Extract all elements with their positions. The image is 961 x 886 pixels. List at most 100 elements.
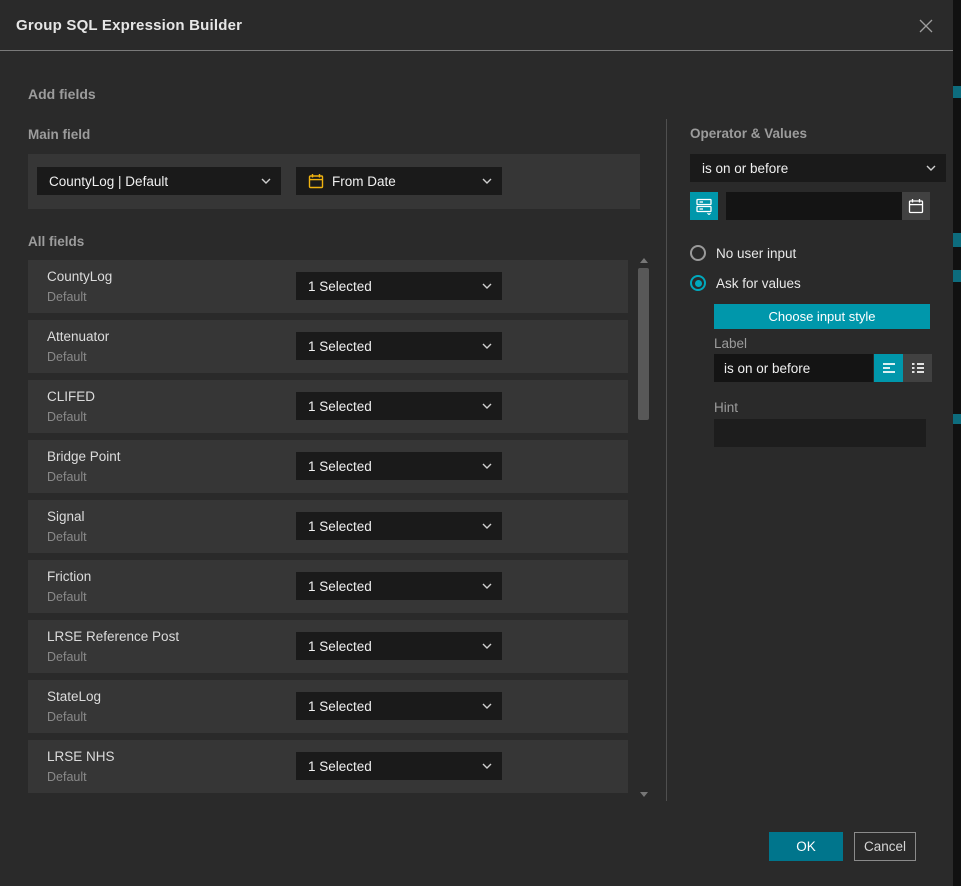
field-name: CountyLog xyxy=(47,269,112,284)
close-button[interactable] xyxy=(913,13,939,39)
field-selection-select[interactable]: 1 Selected xyxy=(296,272,502,300)
field-selection-select[interactable]: 1 Selected xyxy=(296,332,502,360)
operator-select[interactable]: is on or before xyxy=(690,154,946,182)
dialog-title: Group SQL Expression Builder xyxy=(16,17,242,34)
chevron-down-icon xyxy=(482,703,492,709)
chevron-down-icon xyxy=(482,523,492,529)
label-field-heading: Label xyxy=(714,336,747,351)
chevron-down-icon xyxy=(482,763,492,769)
chevron-down-icon xyxy=(482,343,492,349)
main-field-panel: CountyLog | Default From Date xyxy=(28,154,640,209)
field-selection-value: 1 Selected xyxy=(308,459,474,474)
field-sublabel: Default xyxy=(47,290,87,304)
date-value-input[interactable] xyxy=(726,192,902,220)
radio-circle-icon xyxy=(690,275,706,291)
radio-label: No user input xyxy=(716,246,796,261)
list-style-button[interactable] xyxy=(903,354,932,382)
field-selection-value: 1 Selected xyxy=(308,759,474,774)
field-sublabel: Default xyxy=(47,350,87,364)
radio-label: Ask for values xyxy=(716,276,801,291)
field-name: Bridge Point xyxy=(47,449,121,464)
chevron-down-icon xyxy=(261,178,271,184)
field-row: Signal Default 1 Selected xyxy=(28,500,628,553)
dialog-titlebar: Group SQL Expression Builder xyxy=(0,0,953,51)
panel-divider xyxy=(666,119,667,801)
field-name: Signal xyxy=(47,509,85,524)
ok-button[interactable]: OK xyxy=(769,832,843,861)
field-sublabel: Default xyxy=(47,770,87,784)
background-fragment xyxy=(953,270,961,282)
field-selection-select[interactable]: 1 Selected xyxy=(296,512,502,540)
main-field-heading: Main field xyxy=(28,127,90,142)
field-selection-value: 1 Selected xyxy=(308,279,474,294)
background-app-edge xyxy=(953,0,961,886)
field-selection-select[interactable]: 1 Selected xyxy=(296,692,502,720)
chevron-down-icon xyxy=(926,165,936,171)
all-fields-heading: All fields xyxy=(28,234,84,249)
cancel-button[interactable]: Cancel xyxy=(854,832,916,861)
field-row: StateLog Default 1 Selected xyxy=(28,680,628,733)
field-selection-value: 1 Selected xyxy=(308,639,474,654)
main-field-field-value: From Date xyxy=(332,174,474,189)
radio-circle-icon xyxy=(690,245,706,261)
operator-value: is on or before xyxy=(702,161,918,176)
field-name: LRSE Reference Post xyxy=(47,629,179,644)
radio-ask-for-values[interactable]: Ask for values xyxy=(690,275,801,291)
field-sublabel: Default xyxy=(47,710,87,724)
field-selection-select[interactable]: 1 Selected xyxy=(296,632,502,660)
chevron-down-icon xyxy=(482,178,492,184)
main-field-field-select[interactable]: From Date xyxy=(296,167,502,195)
all-fields-list: CountyLog Default 1 Selected Attenuator … xyxy=(28,260,628,793)
field-selection-select[interactable]: 1 Selected xyxy=(296,572,502,600)
main-field-layer-select[interactable]: CountyLog | Default xyxy=(37,167,281,195)
field-sublabel: Default xyxy=(47,530,87,544)
field-name: LRSE NHS xyxy=(47,749,115,764)
field-sublabel: Default xyxy=(47,410,87,424)
list-scrollbar-thumb[interactable] xyxy=(638,268,649,420)
chevron-down-icon xyxy=(482,583,492,589)
align-left-icon xyxy=(881,360,897,376)
date-picker-button[interactable] xyxy=(902,192,930,220)
add-fields-heading: Add fields xyxy=(28,86,96,102)
single-line-style-button[interactable] xyxy=(874,354,903,382)
close-icon xyxy=(917,17,935,35)
choose-input-style-button[interactable]: Choose input style xyxy=(714,304,930,329)
field-name: StateLog xyxy=(47,689,101,704)
field-sublabel: Default xyxy=(47,470,87,484)
field-selection-value: 1 Selected xyxy=(308,579,474,594)
field-row: LRSE Reference Post Default 1 Selected xyxy=(28,620,628,673)
field-name: Friction xyxy=(47,569,91,584)
field-selection-value: 1 Selected xyxy=(308,399,474,414)
background-fragment xyxy=(953,414,961,424)
field-selection-value: 1 Selected xyxy=(308,519,474,534)
background-fragment xyxy=(953,233,961,247)
field-row: Friction Default 1 Selected xyxy=(28,560,628,613)
main-field-layer-value: CountyLog | Default xyxy=(49,174,253,189)
chevron-down-icon xyxy=(482,463,492,469)
calendar-icon xyxy=(908,198,924,214)
chevron-down-icon xyxy=(482,403,492,409)
unique-values-button[interactable] xyxy=(690,192,718,220)
field-selection-value: 1 Selected xyxy=(308,699,474,714)
list-icon xyxy=(910,360,926,376)
field-selection-value: 1 Selected xyxy=(308,339,474,354)
field-selection-select[interactable]: 1 Selected xyxy=(296,452,502,480)
field-row: CountyLog Default 1 Selected xyxy=(28,260,628,313)
unique-values-icon xyxy=(695,197,713,215)
background-fragment xyxy=(953,86,961,98)
scroll-down-icon[interactable] xyxy=(640,792,648,797)
label-input[interactable] xyxy=(714,354,873,382)
field-row: LRSE NHS Default 1 Selected xyxy=(28,740,628,793)
field-row: Attenuator Default 1 Selected xyxy=(28,320,628,373)
field-row: CLIFED Default 1 Selected xyxy=(28,380,628,433)
radio-no-user-input[interactable]: No user input xyxy=(690,245,796,261)
field-selection-select[interactable]: 1 Selected xyxy=(296,392,502,420)
scroll-up-icon[interactable] xyxy=(640,258,648,263)
chevron-down-icon xyxy=(482,643,492,649)
hint-field-heading: Hint xyxy=(714,400,738,415)
field-selection-select[interactable]: 1 Selected xyxy=(296,752,502,780)
chevron-down-icon xyxy=(482,283,492,289)
field-sublabel: Default xyxy=(47,650,87,664)
hint-input[interactable] xyxy=(714,419,926,447)
field-row: Bridge Point Default 1 Selected xyxy=(28,440,628,493)
